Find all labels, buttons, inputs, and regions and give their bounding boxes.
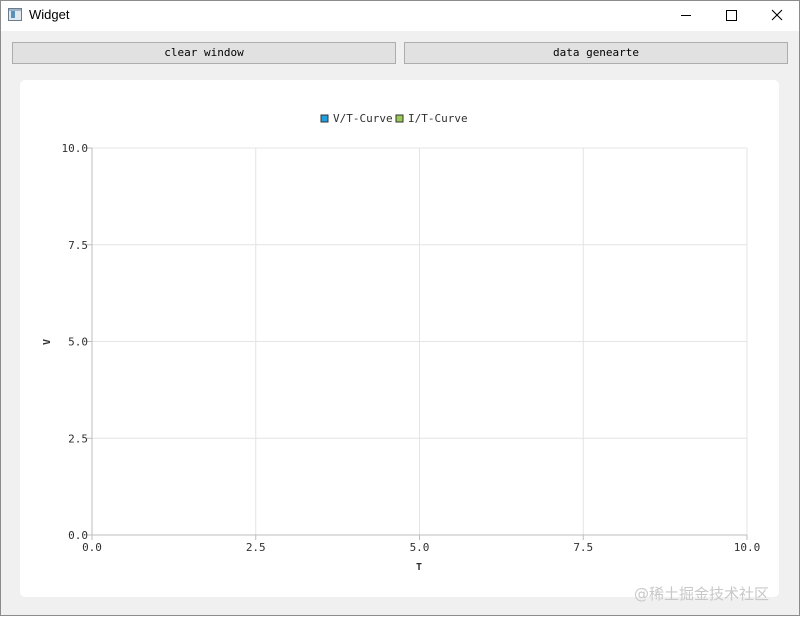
minimize-icon — [681, 15, 691, 16]
legend-swatch — [395, 114, 404, 123]
watermark: @稀土掘金技术社区 — [634, 585, 770, 603]
window-title: Widget — [29, 7, 70, 22]
x-tick-label: 0.0 — [82, 541, 102, 554]
y-tick-label: 0.0 — [68, 529, 88, 542]
axes — [87, 147, 748, 540]
x-tick-label: 5.0 — [410, 541, 430, 554]
title-bar[interactable]: Widget — [1, 1, 799, 31]
y-tick-label: 10.0 — [62, 142, 89, 155]
legend-label: V/T-Curve — [333, 112, 393, 125]
grid-lines — [91, 147, 748, 536]
x-tick-label: 7.5 — [573, 541, 593, 554]
x-tick-label: 2.5 — [246, 541, 266, 554]
app-icon — [8, 8, 22, 21]
maximize-button[interactable] — [709, 1, 755, 31]
data-generate-button[interactable]: data genearte — [404, 42, 788, 64]
y-tick-labels: 0.0 2.5 5.0 7.5 10.0 — [62, 142, 89, 542]
y-tick-label: 5.0 — [68, 336, 88, 349]
close-button[interactable] — [755, 1, 801, 31]
maximize-icon — [726, 10, 737, 21]
chart-view[interactable]: 0.0 2.5 5.0 7.5 10.0 0.0 2.5 5.0 7.5 10.0 V/T-Cu… — [20, 80, 779, 597]
clear-window-button[interactable]: clear window — [12, 42, 396, 64]
minimize-button[interactable] — [663, 1, 709, 31]
legend-swatch — [320, 114, 329, 123]
main-window: Widget clear window data genearte 0.0 2.5… — [0, 0, 800, 616]
close-icon — [771, 9, 783, 21]
y-tick-label: 2.5 — [68, 432, 88, 445]
x-tick-labels: 0.0 2.5 5.0 7.5 10.0 — [82, 541, 760, 554]
y-axis-title: V — [42, 339, 53, 345]
legend[interactable]: V/T-Curve I/T-Curve — [320, 112, 468, 125]
x-tick-label: 10.0 — [734, 541, 761, 554]
legend-label: I/T-Curve — [408, 112, 468, 125]
chart-canvas: 0.0 2.5 5.0 7.5 10.0 0.0 2.5 5.0 7.5 10.0 V/T-Cu… — [42, 112, 760, 573]
y-tick-label: 7.5 — [68, 239, 88, 252]
x-axis-title: T — [416, 562, 422, 573]
